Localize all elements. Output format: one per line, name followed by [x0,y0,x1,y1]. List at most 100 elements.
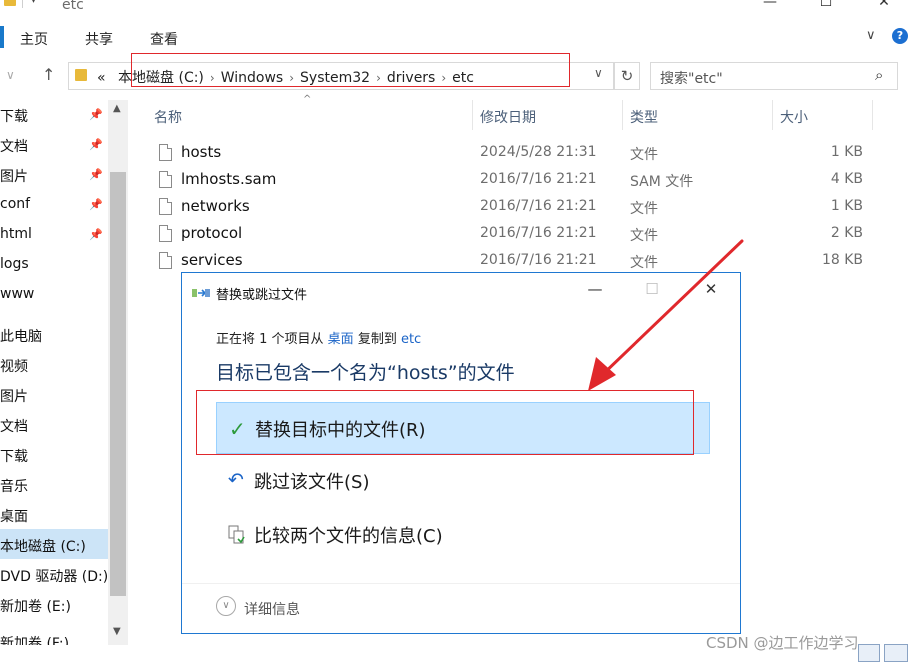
file-size: 18 KB [821,252,863,268]
undo-arrow-icon: ↶ [228,469,244,491]
dialog-divider [182,583,740,584]
info-middle: 复制到 [353,332,401,347]
file-date: 2024/5/28 21:31 [480,144,597,160]
column-header-size[interactable]: 大小 [780,107,808,127]
tab-view[interactable]: 查看 [150,29,178,49]
more-details-toggle[interactable]: 详细信息 [244,599,300,619]
column-header-name[interactable]: 名称 [154,107,182,127]
folder-icon [75,69,87,81]
compare-files-icon [228,525,245,544]
option-highlight-box [196,390,694,455]
column-divider[interactable] [772,100,773,130]
column-header-date[interactable]: 修改日期 [480,107,536,127]
large-icons-view-icon[interactable] [884,644,908,662]
destination-link[interactable]: etc [401,332,421,347]
sidebar-item-d-drive[interactable]: DVD 驱动器 (D:) [0,566,108,586]
close-button[interactable]: ✕ [864,0,904,10]
tab-share[interactable]: 共享 [85,29,113,49]
pin-icon: 📌 [89,168,103,181]
folder-icon [4,0,16,6]
file-row[interactable]: lmhosts.sam 2016/7/16 21:21 SAM 文件 4 KB [150,167,870,194]
window-title: etc [62,0,84,13]
sidebar-item-documents[interactable]: 文档 [0,416,28,436]
scroll-up-icon[interactable]: ▲ [113,103,121,114]
file-icon [159,225,172,242]
sidebar-item-conf[interactable]: conf [0,196,30,212]
annotation-arrow [588,239,744,391]
sidebar-item-this-pc[interactable]: 此电脑 [0,326,42,346]
help-icon[interactable]: ? [892,28,908,44]
minimize-button[interactable]: — [750,0,790,10]
file-name: services [181,251,243,269]
chevron-down-icon[interactable]: ∨ [216,596,236,616]
file-icon [159,252,172,269]
pin-icon: 📌 [89,198,103,211]
sidebar-item-www[interactable]: www [0,286,34,302]
ribbon-expand-icon[interactable]: ∨ [866,28,876,43]
source-link[interactable]: 桌面 [328,332,354,347]
sidebar-item-pictures[interactable]: 图片 [0,386,28,406]
file-name: lmhosts.sam [181,170,277,188]
file-row[interactable]: protocol 2016/7/16 21:21 文件 2 KB [150,221,870,248]
maximize-button[interactable]: ☐ [806,0,846,10]
sidebar-item-c-drive[interactable]: 本地磁盘 (C:) [0,536,86,556]
up-arrow-icon[interactable]: ↑ [42,65,55,84]
file-transfer-icon [192,289,210,297]
file-size: 1 KB [830,144,863,160]
file-row[interactable]: services 2016/7/16 21:21 文件 18 KB [150,248,870,275]
file-date: 2016/7/16 21:21 [480,198,597,214]
file-size: 1 KB [830,198,863,214]
scroll-down-icon[interactable]: ▼ [113,626,121,637]
search-placeholder: 搜索"etc" [660,71,723,87]
sidebar-item-downloads-quick[interactable]: 下载 [0,106,28,126]
file-name: protocol [181,224,243,242]
search-input[interactable]: 搜索"etc" ⌕ [650,62,898,90]
dialog-heading: 目标已包含一个名为“hosts”的文件 [216,362,515,384]
file-tab-accent[interactable] [0,26,4,48]
refresh-button[interactable]: ↻ [614,62,640,90]
watermark-text: CSDN @边工作边学习 [706,634,859,652]
file-type: 文件 [630,147,658,163]
column-header-type[interactable]: 类型 [630,107,658,127]
sidebar-scrollbar[interactable]: ▲ ▼ [108,100,128,645]
file-size: 4 KB [830,171,863,187]
file-row[interactable]: hosts 2024/5/28 21:31 文件 1 KB [150,140,870,167]
sidebar-item-videos[interactable]: 视频 [0,356,28,376]
sidebar-item-logs[interactable]: logs [0,256,29,272]
details-view-icon[interactable] [858,644,880,662]
sidebar-item-html[interactable]: html [0,226,32,242]
file-icon [159,198,172,215]
recent-locations-icon[interactable]: ∨ [6,68,15,82]
title-bar: ▾ etc — ☐ ✕ [0,0,910,16]
sidebar-item-pictures-quick[interactable]: 图片 [0,166,28,186]
address-highlight-box [131,53,570,87]
file-name: hosts [181,143,222,161]
sidebar-item-downloads[interactable]: 下载 [0,446,28,466]
sidebar-item-music[interactable]: 音乐 [0,476,28,496]
column-divider[interactable] [622,100,623,130]
sidebar-item-documents-quick[interactable]: 文档 [0,136,28,156]
copy-info-text: 正在将 1 个项目从 桌面 复制到 etc [216,328,421,347]
skip-option-label: 跳过该文件(S) [254,472,370,493]
file-row[interactable]: networks 2016/7/16 21:21 文件 1 KB [150,194,870,221]
column-divider[interactable] [472,100,473,130]
quick-access-dropdown-icon[interactable]: ▾ [31,0,36,6]
quick-access-divider [22,0,23,8]
scrollbar-thumb[interactable] [110,172,126,596]
column-divider[interactable] [872,100,873,130]
sidebar-item-desktop[interactable]: 桌面 [0,506,28,526]
pin-icon: 📌 [89,228,103,241]
skip-file-option[interactable]: ↶ 跳过该文件(S) [216,455,710,507]
dialog-title: 替换或跳过文件 [216,288,308,303]
sidebar-item-f-drive[interactable]: 新加卷 (F:) [0,633,69,645]
pin-icon: 📌 [89,138,103,151]
file-date: 2016/7/16 21:21 [480,171,597,187]
tab-home[interactable]: 主页 [20,29,48,49]
sidebar-item-e-drive[interactable]: 新加卷 (E:) [0,596,71,616]
address-dropdown-icon[interactable]: ∨ [594,66,603,80]
ribbon: 主页 共享 查看 ∨ ? [0,22,910,52]
file-type: SAM 文件 [630,174,694,190]
file-type: 文件 [630,201,658,217]
compare-files-option[interactable]: 比较两个文件的信息(C) [216,509,710,561]
breadcrumb-overflow[interactable]: « [97,70,106,86]
